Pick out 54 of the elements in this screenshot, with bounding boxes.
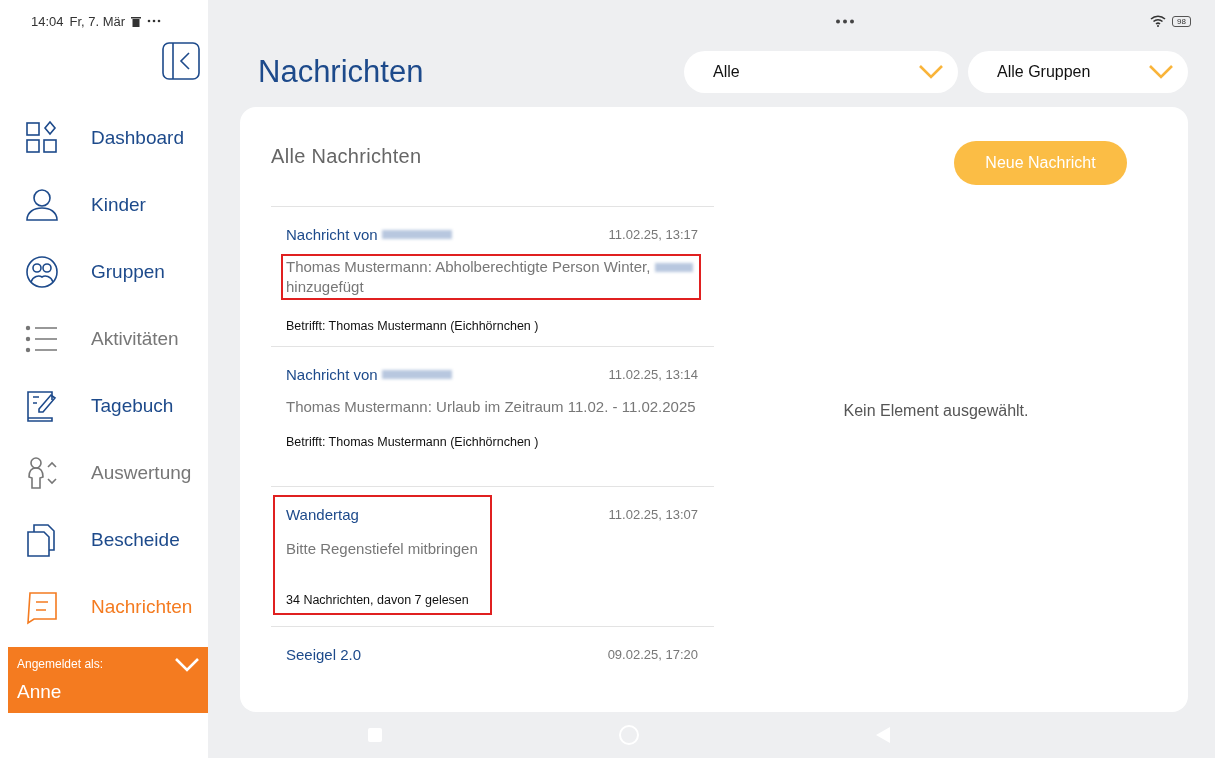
sidebar-item-label: Dashboard xyxy=(91,126,184,149)
page-title: Nachrichten xyxy=(258,54,425,90)
battery-level: 98 xyxy=(1172,15,1191,27)
message-item[interactable]: Seeigel 2.0 09.02.25, 17:20 xyxy=(271,627,714,712)
message-item[interactable]: Wandertag Bitte Regenstiefel mitbringen 34 Nachrichten, davon 7 gelesen 11.02.25, 13:07 xyxy=(271,487,714,627)
filter-value: Alle xyxy=(713,63,740,81)
trash-icon xyxy=(131,15,142,27)
status-date: Fr, 7. Mär xyxy=(69,13,126,29)
group-icon xyxy=(24,253,60,290)
sidebar-item[interactable]: Tagebuch xyxy=(0,372,208,439)
dashboard-icon xyxy=(24,119,60,156)
list-title: Alle Nachrichten xyxy=(271,145,422,168)
sidebar-item-label: Nachrichten xyxy=(91,595,193,618)
message-preview: Thomas Mustermann: Urlaub im Zeitraum 11.02. - 11.02.2025 xyxy=(286,397,696,417)
account-name: Anne xyxy=(17,681,63,703)
sidebar-item[interactable]: Bescheide xyxy=(0,506,208,573)
message-preview: Bitte Regenstiefel mitbringen xyxy=(286,539,478,559)
message-title: Nachricht von xyxy=(286,365,378,383)
collapse-sidebar-icon[interactable] xyxy=(162,42,200,80)
more-icon xyxy=(835,18,856,24)
message-item[interactable]: Nachricht von Thomas Mustermann: Abholberechtigte Person Winter, hinzugefügt Betrifft: Thomas Mustermann (Eichhörnchen ) 11.02.25, 13:17 xyxy=(271,207,714,347)
message-title: Nachricht von xyxy=(286,225,378,243)
status-time: 14:04 xyxy=(31,13,64,29)
message-title: Seeigel 2.0 xyxy=(286,645,362,663)
sidebar-item[interactable]: Kinder xyxy=(0,171,208,238)
sidebar-item-label: Kinder xyxy=(91,193,146,216)
person-icon xyxy=(24,186,60,223)
filter-dropdown[interactable]: Alle Gruppen xyxy=(968,51,1188,93)
message-footer: Betrifft: Thomas Mustermann (Eichhörnchen ) xyxy=(286,319,698,333)
chevron-down-icon xyxy=(1148,64,1174,80)
message-time: 09.02.25, 17:20 xyxy=(607,647,698,662)
message-time: 11.02.25, 13:07 xyxy=(608,507,698,522)
message-footer: 34 Nachrichten, davon 7 gelesen xyxy=(286,593,478,607)
empty-detail-text: Kein Element ausgewählt. xyxy=(843,401,1029,420)
sidebar-item[interactable]: Gruppen xyxy=(0,238,208,305)
sidebar-item-label: Tagebuch xyxy=(91,394,174,417)
message-time: 11.02.25, 13:17 xyxy=(608,227,698,242)
sidebar-item-label: Auswertung xyxy=(91,461,192,484)
account-label: Angemeldet als: xyxy=(17,657,104,671)
message-item[interactable]: Nachricht von Thomas Mustermann: Urlaub im Zeitraum 11.02. - 11.02.2025 Betrifft: Thomas Mustermann (Eichhörnchen ) 11.02.25, 13:14 xyxy=(271,347,714,487)
more-icon xyxy=(147,19,162,23)
message-preview: Thomas Mustermann: Abholberechtigte Person Winter, hinzugefügt xyxy=(284,257,698,297)
message-title: Wandertag xyxy=(286,505,359,523)
chevron-down-icon xyxy=(174,657,200,673)
sidebar-item-label: Gruppen xyxy=(91,260,165,283)
wifi-icon xyxy=(1150,15,1167,27)
filter-value: Alle Gruppen xyxy=(997,63,1091,81)
sidebar-item-label: Bescheide xyxy=(91,528,180,551)
sidebar-item-label: Aktivitäten xyxy=(91,327,179,350)
message-time: 11.02.25, 13:14 xyxy=(608,367,698,382)
sidebar-item[interactable]: Dashboard xyxy=(0,104,208,171)
message-footer: Betrifft: Thomas Mustermann (Eichhörnchen ) xyxy=(286,435,696,449)
chevron-down-icon xyxy=(918,64,944,80)
filter-dropdown[interactable]: Alle xyxy=(684,51,958,93)
